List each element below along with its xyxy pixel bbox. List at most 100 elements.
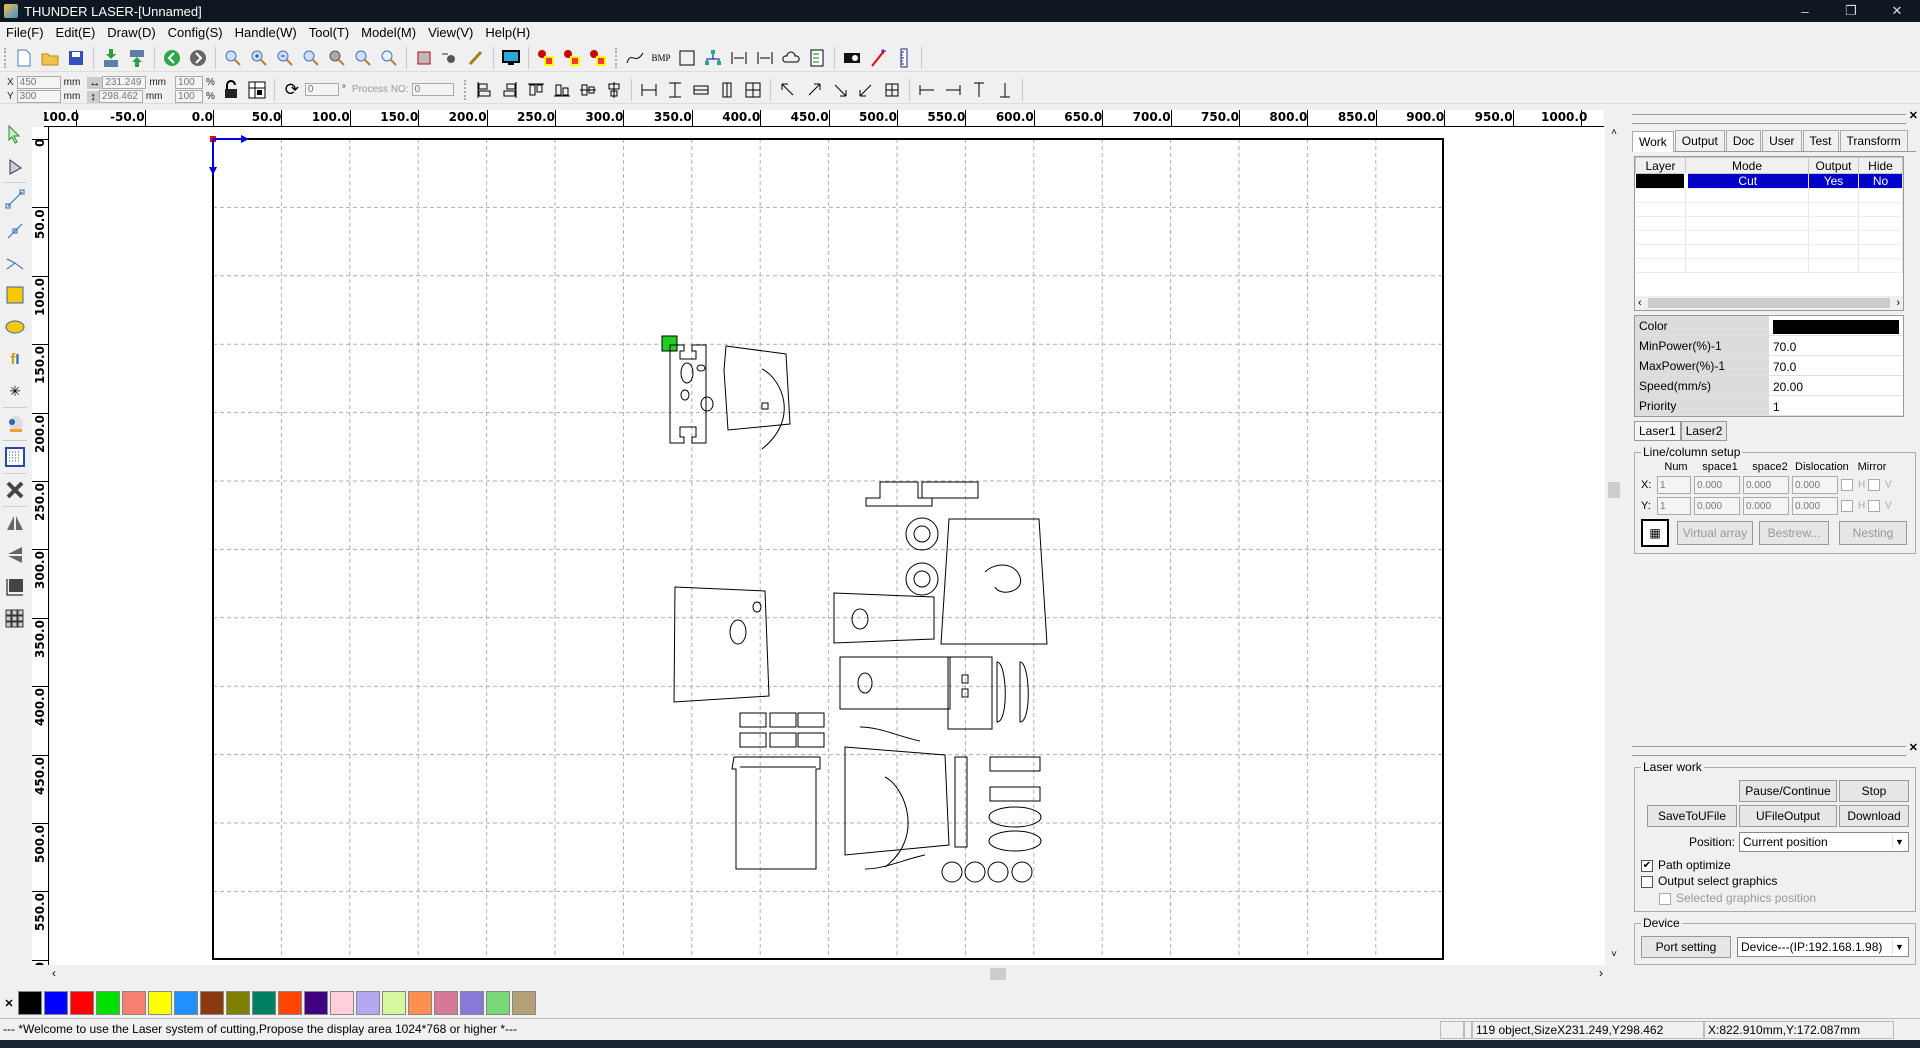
camera-tool-icon[interactable] — [0, 408, 30, 440]
zoom-page-icon[interactable] — [298, 45, 324, 71]
menu-edit[interactable]: Edit(E) — [50, 25, 102, 40]
toolbar-grip[interactable] — [4, 47, 7, 68]
prop-maxpower-value[interactable]: 70.0 — [1769, 356, 1903, 375]
equal-spacing-v-icon[interactable] — [714, 77, 740, 103]
color-swatch[interactable] — [122, 991, 146, 1015]
cloud-icon[interactable] — [778, 45, 804, 71]
scroll-right-icon[interactable]: › — [1599, 966, 1603, 980]
array-grid-icon[interactable] — [0, 603, 30, 635]
y-position-input[interactable] — [16, 90, 61, 103]
scroll-left-icon[interactable]: ‹ — [52, 966, 56, 980]
scroll-right-icon[interactable]: › — [1896, 297, 1900, 309]
x-dislocation-input[interactable] — [1792, 476, 1838, 494]
curve-tool-icon[interactable] — [0, 247, 30, 279]
menu-config[interactable]: Config(S) — [162, 25, 229, 40]
export-icon[interactable] — [124, 45, 150, 71]
camera-device-icon[interactable] — [839, 45, 865, 71]
move-bottom-right-icon[interactable] — [827, 77, 853, 103]
save-icon[interactable] — [63, 45, 89, 71]
color-swatch[interactable] — [408, 991, 432, 1015]
prop-color-value[interactable] — [1769, 316, 1903, 335]
menu-file[interactable]: File(F) — [0, 25, 50, 40]
col-output[interactable]: Output — [1808, 157, 1859, 174]
horizontal-scroll-thumb[interactable] — [990, 968, 1006, 980]
node-tree-icon[interactable] — [700, 45, 726, 71]
move-right-icon[interactable] — [940, 77, 966, 103]
scroll-down-icon[interactable]: ˅ — [1605, 949, 1623, 965]
move-top-left-icon[interactable] — [775, 77, 801, 103]
rotate-icon[interactable]: ⟳ — [279, 77, 305, 103]
rectangle-tool-icon[interactable] — [0, 279, 30, 311]
menu-view[interactable]: View(V) — [422, 25, 479, 40]
align-hcenter-icon[interactable] — [601, 77, 627, 103]
edit-node-icon[interactable] — [463, 45, 489, 71]
width-arrow-icon[interactable]: ↔ — [87, 76, 103, 89]
mirror-horizontal-icon[interactable] — [0, 507, 30, 539]
download-button[interactable]: Download — [1839, 805, 1909, 827]
prop-priority-value[interactable]: 1 — [1769, 396, 1903, 415]
move-up-icon[interactable] — [966, 77, 992, 103]
ellipse-tool-icon[interactable] — [0, 311, 30, 343]
red-laser-pointer-icon[interactable] — [865, 45, 891, 71]
tab-output[interactable]: Output — [1674, 130, 1725, 151]
laser-panel-close-icon[interactable]: ✕ — [1909, 741, 1918, 754]
move-down-icon[interactable] — [992, 77, 1018, 103]
rotate-angle-input[interactable] — [304, 83, 339, 96]
bmp-icon[interactable]: BMP — [648, 45, 674, 71]
color-swatch[interactable] — [96, 991, 120, 1015]
virtual-array-button[interactable]: Virtual array — [1677, 521, 1753, 545]
zoom-out-icon[interactable] — [272, 45, 298, 71]
color-swatch[interactable] — [18, 991, 42, 1015]
grid-array-icon[interactable] — [0, 441, 30, 473]
scale-x-input[interactable] — [175, 76, 204, 89]
color-swatch[interactable] — [460, 991, 484, 1015]
prop-minpower-value[interactable]: 70.0 — [1769, 336, 1903, 355]
prop-speed-value[interactable]: 20.00 — [1769, 376, 1903, 395]
laser1-tab[interactable]: Laser1 — [1634, 421, 1681, 441]
process-no-input[interactable] — [411, 83, 454, 96]
path-optimize-checkbox[interactable]: ✔ — [1641, 859, 1653, 872]
move-top-right-icon[interactable] — [801, 77, 827, 103]
x-mirror-h-checkbox[interactable] — [1841, 479, 1853, 491]
chevron-down-icon[interactable]: ▼ — [1892, 940, 1906, 954]
selected-position-checkbox[interactable] — [1659, 892, 1671, 905]
mirror-vertical-icon[interactable] — [0, 539, 30, 571]
col-mode[interactable]: Mode — [1685, 157, 1809, 174]
layer-row[interactable]: Cut Yes No — [1635, 173, 1903, 189]
chevron-down-icon[interactable]: ▼ — [1892, 835, 1906, 849]
align-bottom-icon[interactable] — [549, 77, 575, 103]
panel-title-bar[interactable]: ✕ — [1632, 110, 1918, 124]
zoom-select-icon[interactable] — [376, 45, 402, 71]
color-swatch[interactable] — [382, 991, 406, 1015]
undo-icon[interactable] — [159, 45, 185, 71]
color-swatch[interactable] — [174, 991, 198, 1015]
delete-icon[interactable] — [0, 474, 30, 506]
col-hide[interactable]: Hide — [1858, 157, 1903, 174]
horizontal-scrollbar[interactable]: ‹ › — [50, 965, 1605, 983]
drawing-canvas[interactable] — [50, 127, 1605, 965]
layer-hide-cell[interactable]: No — [1858, 173, 1903, 189]
select-arrow-icon[interactable] — [0, 118, 30, 150]
x-position-input[interactable] — [16, 76, 61, 89]
port-setting-button[interactable]: Port setting — [1641, 936, 1731, 958]
tab-transform[interactable]: Transform — [1839, 130, 1908, 151]
layer-table-scrollbar[interactable]: ‹ › — [1635, 296, 1903, 310]
layer-color-cell[interactable] — [1635, 173, 1688, 189]
laser2-tab[interactable]: Laser2 — [1680, 421, 1728, 441]
y-space1-input[interactable] — [1694, 497, 1740, 515]
text-tool-icon[interactable]: fI — [0, 343, 30, 375]
minimize-button[interactable]: – — [1782, 0, 1828, 22]
node-edit-icon[interactable] — [0, 150, 30, 182]
scroll-left-icon[interactable]: ‹ — [1638, 297, 1642, 309]
menu-tool[interactable]: Tool(T) — [303, 25, 355, 40]
menu-model[interactable]: Model(M) — [355, 25, 422, 40]
color-swatch[interactable] — [512, 991, 536, 1015]
curve-icon[interactable] — [622, 45, 648, 71]
output-select-checkbox[interactable] — [1641, 875, 1653, 888]
frame-rect-icon[interactable] — [411, 45, 437, 71]
menu-draw[interactable]: Draw(D) — [101, 25, 161, 40]
color-swatch[interactable] — [330, 991, 354, 1015]
dot-tool-icon[interactable]: ✳ — [0, 375, 30, 407]
group-icon[interactable] — [559, 45, 585, 71]
close-button[interactable]: ✕ — [1874, 0, 1920, 22]
